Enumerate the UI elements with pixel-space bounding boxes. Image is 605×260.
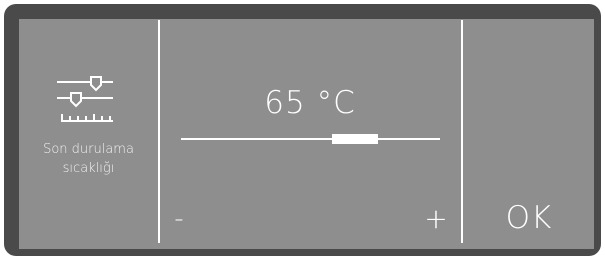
temperature-slider[interactable] — [181, 129, 440, 149]
increase-button[interactable]: + — [419, 201, 453, 237]
rinse-temperature-sliders-icon — [57, 76, 113, 122]
left-divider — [158, 20, 160, 243]
decrease-button[interactable]: - — [164, 201, 194, 237]
right-divider — [461, 20, 463, 243]
slider-track — [181, 138, 440, 140]
parameter-label: Son durulama sıcaklığı — [19, 140, 158, 178]
temperature-value: 65 °C — [264, 85, 356, 121]
parameter-label-line1: Son durulama — [43, 142, 134, 157]
display-frame: Son durulama sıcaklığı 65 °C - + OK — [4, 4, 601, 256]
display-screen: Son durulama sıcaklığı 65 °C - + OK — [19, 19, 594, 249]
ok-button[interactable]: OK — [479, 195, 579, 241]
slider-thumb[interactable] — [332, 134, 378, 144]
parameter-label-line2: sıcaklığı — [62, 161, 115, 176]
